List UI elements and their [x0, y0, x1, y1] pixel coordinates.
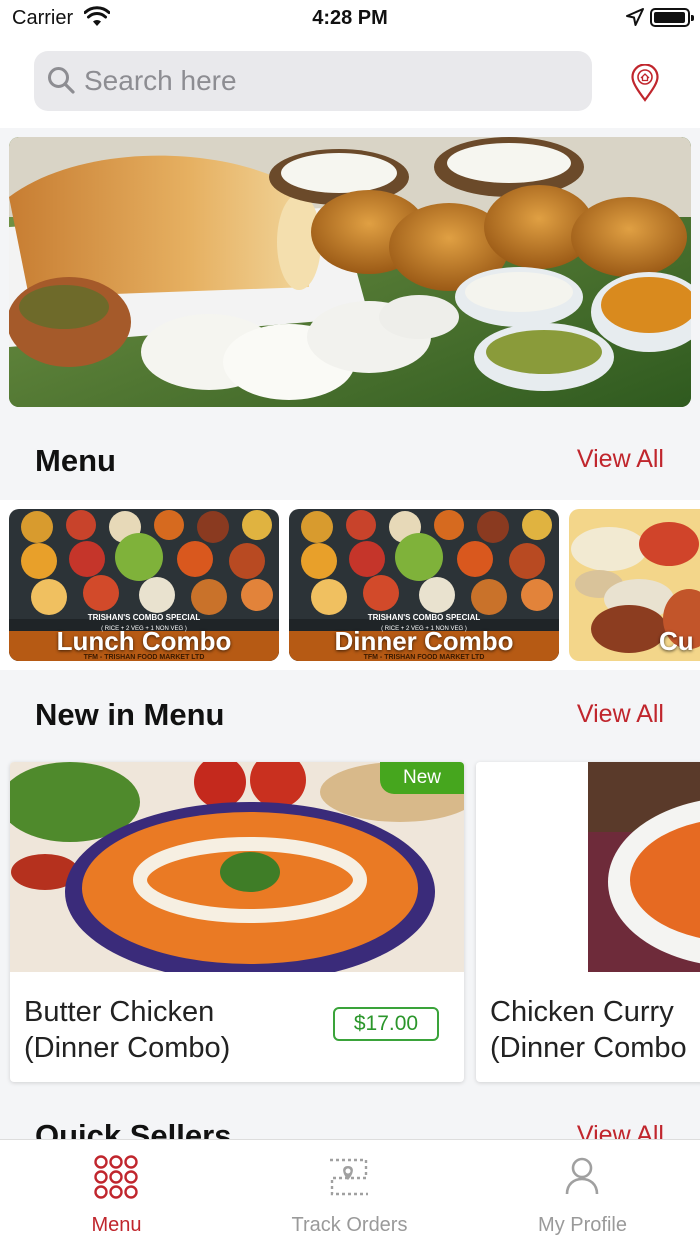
new-in-menu-section-header: New in Menu View All: [0, 670, 700, 752]
food-card-butter-chicken[interactable]: New Butter Chicken (Dinner Combo) $17.00: [10, 762, 464, 1082]
menu-section-title: Menu: [35, 443, 116, 478]
chicken-curry-image: [588, 762, 700, 972]
food-name: Butter Chicken (Dinner Combo): [24, 994, 324, 1066]
search-icon: [46, 65, 76, 100]
clock: 4:28 PM: [312, 7, 388, 29]
price-tag: $17.00: [333, 1007, 439, 1041]
quick-sellers-view-all-link[interactable]: View All: [577, 1121, 664, 1139]
quick-sellers-section-title: Quick Sellers: [35, 1118, 232, 1139]
food-card-chicken-curry[interactable]: Chicken Curry (Dinner Combo: [476, 762, 700, 1082]
tab-menu-label: Menu: [91, 1214, 142, 1236]
search-input[interactable]: [84, 63, 574, 99]
south-indian-food-image: [9, 137, 691, 407]
tab-track-orders[interactable]: Track Orders: [233, 1140, 466, 1244]
quick-sellers-section-header: Quick Sellers View All: [0, 1100, 700, 1139]
battery-icon: [650, 8, 694, 27]
menu-carousel[interactable]: TRISHAN'S COMBO SPECIAL ( RICE + 2 VEG +…: [0, 500, 700, 670]
new-in-menu-view-all-link[interactable]: View All: [577, 700, 664, 729]
tab-my-profile-label: My Profile: [538, 1214, 627, 1236]
food-name-line2: (Dinner Combo: [490, 1032, 687, 1064]
menu-card-dinner-combo[interactable]: TRISHAN'S COMBO SPECIAL ( RICE + 2 VEG +…: [289, 509, 559, 661]
app-screen: Carrier 4:28 PM Search here Menu View Al…: [0, 0, 700, 1244]
tab-menu[interactable]: Menu: [0, 1140, 233, 1244]
food-name-line1: Chicken Curry: [490, 996, 674, 1028]
menu-card-label: Lunch Combo: [56, 626, 232, 656]
menu-section-header: Menu View All: [0, 418, 700, 500]
menu-card-label: Dinner Combo: [334, 626, 514, 656]
location-arrow-icon: [626, 8, 644, 31]
status-bar: Carrier 4:28 PM: [0, 0, 700, 36]
new-in-menu-carousel[interactable]: New Butter Chicken (Dinner Combo) $17.00…: [0, 754, 700, 1100]
food-name: Chicken Curry (Dinner Combo: [490, 994, 700, 1066]
combo-sign-line1: TRISHAN'S COMBO SPECIAL: [368, 613, 481, 622]
grid-dots-icon: [93, 1154, 139, 1205]
food-name-line1: Butter Chicken: [24, 996, 215, 1028]
promo-banner[interactable]: [9, 137, 691, 407]
tab-my-profile[interactable]: My Profile: [466, 1140, 699, 1244]
new-badge: New: [380, 762, 464, 794]
tab-bar: Menu Track Orders My Profile: [0, 1139, 700, 1244]
search-bar[interactable]: [34, 51, 592, 111]
menu-card-label: Cu: [659, 626, 694, 656]
food-name-line2: (Dinner Combo): [24, 1032, 231, 1064]
combo-sign-line1: TRISHAN'S COMBO SPECIAL: [88, 613, 201, 622]
user-icon: [559, 1154, 605, 1205]
new-in-menu-section-title: New in Menu: [35, 697, 225, 732]
menu-card-curry[interactable]: Cu: [569, 509, 700, 661]
menu-card-lunch-combo[interactable]: TRISHAN'S COMBO SPECIAL ( RICE + 2 VEG +…: [9, 509, 279, 661]
menu-view-all-link[interactable]: View All: [577, 445, 664, 474]
tab-track-orders-label: Track Orders: [291, 1214, 408, 1236]
store-location-icon[interactable]: [630, 63, 660, 107]
header: [0, 36, 700, 128]
route-map-icon: [326, 1154, 372, 1205]
